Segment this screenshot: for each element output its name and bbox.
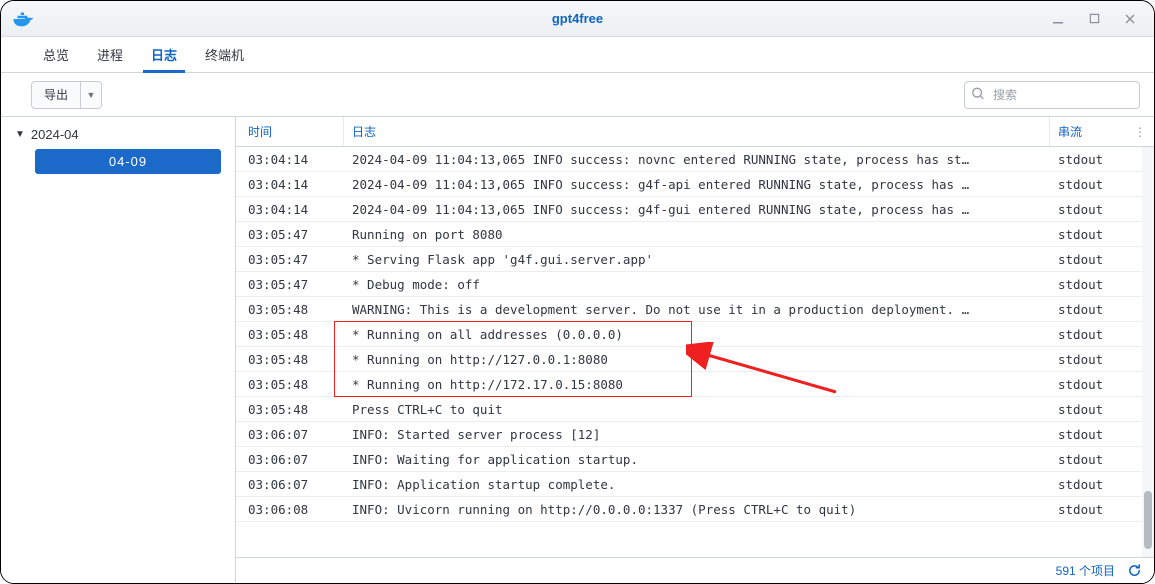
tab-logs[interactable]: 日志 [137,37,191,72]
cell-time: 03:05:48 [236,347,344,371]
log-panel: 时间 日志 串流 ⋮ 03:04:142024-04-09 11:04:13,0… [236,117,1154,583]
cell-stream: stdout [1050,197,1126,221]
cell-time: 03:06:07 [236,422,344,446]
table-row[interactable]: 03:06:07INFO: Started server process [12… [236,422,1154,447]
table-row[interactable]: 03:04:142024-04-09 11:04:13,065 INFO suc… [236,147,1154,172]
sidebar-day-selected[interactable]: 04-09 [35,149,221,174]
cell-log: * Serving Flask app 'g4f.gui.server.app' [344,247,1050,271]
refresh-button[interactable] [1127,563,1142,578]
cell-time: 03:05:47 [236,247,344,271]
window-title: gpt4free [552,11,603,26]
cell-log: Press CTRL+C to quit [344,397,1050,421]
cell-time: 03:05:48 [236,297,344,321]
cell-log: 2024-04-09 11:04:13,065 INFO success: no… [344,147,1050,171]
table-row[interactable]: 03:05:48 * Running on http://172.17.0.15… [236,372,1154,397]
cell-log: Running on port 8080 [344,222,1050,246]
sidebar-month-label: 2024-04 [31,127,79,142]
item-count: 591 个项目 [1056,562,1115,579]
cell-log: * Running on http://127.0.0.1:8080 [344,347,1050,371]
cell-stream: stdout [1050,397,1126,421]
cell-log: 2024-04-09 11:04:13,065 INFO success: g4… [344,197,1050,221]
cell-stream: stdout [1050,222,1126,246]
table-row[interactable]: 03:05:48WARNING: This is a development s… [236,297,1154,322]
cell-log: 2024-04-09 11:04:13,065 INFO success: g4… [344,172,1050,196]
cell-time: 03:04:14 [236,147,344,171]
table-row[interactable]: 03:05:47Running on port 8080stdout [236,222,1154,247]
titlebar: gpt4free [1,1,1154,37]
cell-stream: stdout [1050,172,1126,196]
cell-time: 03:06:08 [236,497,344,521]
table-row[interactable]: 03:05:48 * Running on all addresses (0.0… [236,322,1154,347]
cell-log: INFO: Waiting for application startup. [344,447,1050,471]
header-menu-button[interactable]: ⋮ [1126,125,1154,139]
caret-down-icon: ▼ [15,129,25,140]
close-button[interactable] [1112,5,1148,33]
export-dropdown[interactable]: ▼ [80,81,102,109]
header-stream[interactable]: 串流 [1050,117,1126,146]
sidebar-month[interactable]: ▼ 2024-04 [1,123,235,146]
table-row[interactable]: 03:05:47 * Debug mode: offstdout [236,272,1154,297]
table-row[interactable]: 03:06:07INFO: Application startup comple… [236,472,1154,497]
header-log[interactable]: 日志 [344,117,1050,146]
search-icon [971,86,985,103]
log-table-header: 时间 日志 串流 ⋮ [236,117,1154,147]
cell-time: 03:05:48 [236,322,344,346]
log-scrollbar-thumb[interactable] [1144,491,1152,549]
toolbar: 导出 ▼ [1,73,1154,117]
table-row[interactable]: 03:05:47 * Serving Flask app 'g4f.gui.se… [236,247,1154,272]
docker-whale-icon [11,9,37,29]
cell-log: * Debug mode: off [344,272,1050,296]
cell-stream: stdout [1050,472,1126,496]
cell-log: * Running on http://172.17.0.15:8080 [344,372,1050,396]
cell-time: 03:04:14 [236,197,344,221]
date-sidebar: ▼ 2024-04 04-09 [1,117,236,583]
cell-log: WARNING: This is a development server. D… [344,297,1050,321]
search-input[interactable] [964,81,1140,109]
tab-overview[interactable]: 总览 [29,37,83,72]
table-row[interactable]: 03:04:142024-04-09 11:04:13,065 INFO suc… [236,172,1154,197]
tab-terminal[interactable]: 终端机 [191,37,258,72]
maximize-button[interactable] [1076,5,1112,33]
cell-stream: stdout [1050,147,1126,171]
table-row[interactable]: 03:05:48Press CTRL+C to quitstdout [236,397,1154,422]
cell-stream: stdout [1050,297,1126,321]
cell-time: 03:05:47 [236,222,344,246]
minimize-button[interactable] [1040,5,1076,33]
log-rows-container[interactable]: 03:04:142024-04-09 11:04:13,065 INFO suc… [236,147,1154,557]
export-button[interactable]: 导出 [31,81,80,109]
cell-log: * Running on all addresses (0.0.0.0) [344,322,1050,346]
cell-log: INFO: Uvicorn running on http://0.0.0.0:… [344,497,1050,521]
cell-stream: stdout [1050,372,1126,396]
table-row[interactable]: 03:05:48 * Running on http://127.0.0.1:8… [236,347,1154,372]
table-row[interactable]: 03:04:142024-04-09 11:04:13,065 INFO suc… [236,197,1154,222]
log-scrollbar[interactable] [1142,147,1154,557]
table-row[interactable]: 03:06:08INFO: Uvicorn running on http://… [236,497,1154,522]
cell-stream: stdout [1050,322,1126,346]
cell-stream: stdout [1050,347,1126,371]
cell-time: 03:05:48 [236,397,344,421]
cell-stream: stdout [1050,422,1126,446]
cell-stream: stdout [1050,272,1126,296]
log-footer: 591 个项目 [236,557,1154,583]
tab-processes[interactable]: 进程 [83,37,137,72]
cell-time: 03:05:48 [236,372,344,396]
cell-time: 03:05:47 [236,272,344,296]
cell-stream: stdout [1050,447,1126,471]
tab-bar: 总览 进程 日志 终端机 [1,37,1154,73]
cell-time: 03:06:07 [236,472,344,496]
cell-log: INFO: Application startup complete. [344,472,1050,496]
cell-stream: stdout [1050,497,1126,521]
table-row[interactable]: 03:06:07INFO: Waiting for application st… [236,447,1154,472]
cell-log: INFO: Started server process [12] [344,422,1050,446]
header-time[interactable]: 时间 [236,117,344,146]
cell-stream: stdout [1050,247,1126,271]
cell-time: 03:04:14 [236,172,344,196]
cell-time: 03:06:07 [236,447,344,471]
